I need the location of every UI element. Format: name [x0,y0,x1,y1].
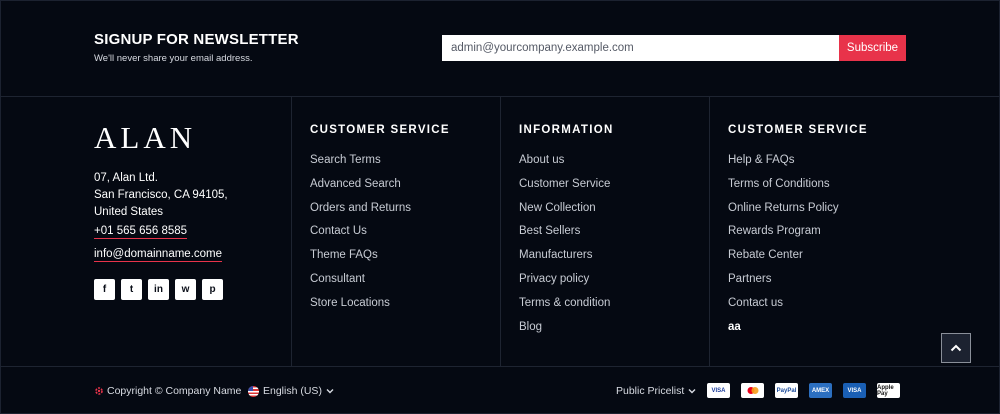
customer-service-column-2: CUSTOMER SERVICE Help & FAQs Terms of Co… [728,124,868,343]
address-line: 07, Alan Ltd. [94,172,158,184]
footer-link[interactable]: Search Terms [310,153,450,177]
footer-link[interactable]: Terms & condition [519,296,614,320]
newsletter-title: SIGNUP FOR NEWSLETTER [94,31,299,48]
language-selector[interactable]: English (US) [248,385,334,397]
footer-link[interactable]: New Collection [519,201,614,225]
footer-link[interactable]: Orders and Returns [310,201,450,225]
footer-link[interactable]: Partners [728,272,868,296]
visa-card-icon: VISA [843,383,866,398]
company-address: 07, Alan Ltd. San Francisco, CA 94105, U… [94,170,228,221]
column-divider [291,97,292,366]
linkedin-icon[interactable]: in [148,279,169,300]
address-line: San Francisco, CA 94105, [94,189,228,201]
chevron-up-icon [950,344,962,352]
footer-link[interactable]: Contact Us [310,224,450,248]
address-line: United States [94,206,164,218]
copyright: Copyright © Company Name [94,385,241,397]
amex-icon: AMEX [809,383,832,398]
column-title: CUSTOMER SERVICE [310,124,450,136]
footer-link[interactable]: Manufacturers [519,248,614,272]
footer-link[interactable]: About us [519,153,614,177]
brand-logo[interactable]: ALAN [94,120,196,156]
footer-link[interactable]: Consultant [310,272,450,296]
footer-link[interactable]: Terms of Conditions [728,177,868,201]
phone-link[interactable]: +01 565 656 8585 [94,225,188,239]
social-links: f t in w p [94,279,223,300]
column-title: CUSTOMER SERVICE [728,124,868,136]
column-divider [709,97,710,366]
footer-link[interactable]: Advanced Search [310,177,450,201]
chevron-down-icon [326,389,334,394]
footer-link[interactable]: Privacy policy [519,272,614,296]
newsletter-email-input[interactable] [442,35,839,61]
newsletter-form: Subscribe [442,35,906,61]
company-logo-icon [95,387,103,395]
twitter-icon[interactable]: t [121,279,142,300]
newsletter-subtitle: We'll never share your email address. [94,53,253,64]
information-column: INFORMATION About us Customer Service Ne… [519,124,614,343]
footer-link[interactable]: Store Locations [310,296,450,320]
footer-link[interactable]: Theme FAQs [310,248,450,272]
pricelist-selector[interactable]: Public Pricelist [616,385,696,397]
email-link[interactable]: info@domainname.come [94,248,223,262]
footer-link[interactable]: Rebate Center [728,248,868,272]
us-flag-icon [248,385,259,397]
bottom-bar: Copyright © Company Name English (US) Pu… [0,366,1000,414]
footer-link[interactable]: Online Returns Policy [728,201,868,225]
language-label: English (US) [263,385,322,397]
newsletter-section: SIGNUP FOR NEWSLETTER We'll never share … [0,0,1000,97]
pinterest-icon[interactable]: p [202,279,223,300]
footer-link[interactable]: Contact us [728,296,868,320]
column-title: INFORMATION [519,124,614,136]
subscribe-button[interactable]: Subscribe [839,35,906,61]
back-to-top-button[interactable] [941,333,971,363]
copyright-text: Copyright © Company Name [107,385,242,397]
footer-link[interactable]: Best Sellers [519,224,614,248]
payment-methods: VISA PayPal AMEX VISA Apple Pay [707,383,900,398]
footer-link[interactable]: Rewards Program [728,224,868,248]
footer-link[interactable]: Customer Service [519,177,614,201]
footer-link[interactable]: Help & FAQs [728,153,868,177]
pricelist-label: Public Pricelist [616,385,685,397]
column-divider [500,97,501,366]
whatsapp-icon[interactable]: w [175,279,196,300]
mastercard-icon [741,383,764,398]
visa-icon: VISA [707,383,730,398]
chevron-down-icon [688,389,696,394]
footer-link[interactable]: aa [728,320,868,344]
paypal-icon: PayPal [775,383,798,398]
facebook-icon[interactable]: f [94,279,115,300]
customer-service-column: CUSTOMER SERVICE Search Terms Advanced S… [310,124,450,320]
footer-link[interactable]: Blog [519,320,614,344]
apple-pay-icon: Apple Pay [877,383,900,398]
